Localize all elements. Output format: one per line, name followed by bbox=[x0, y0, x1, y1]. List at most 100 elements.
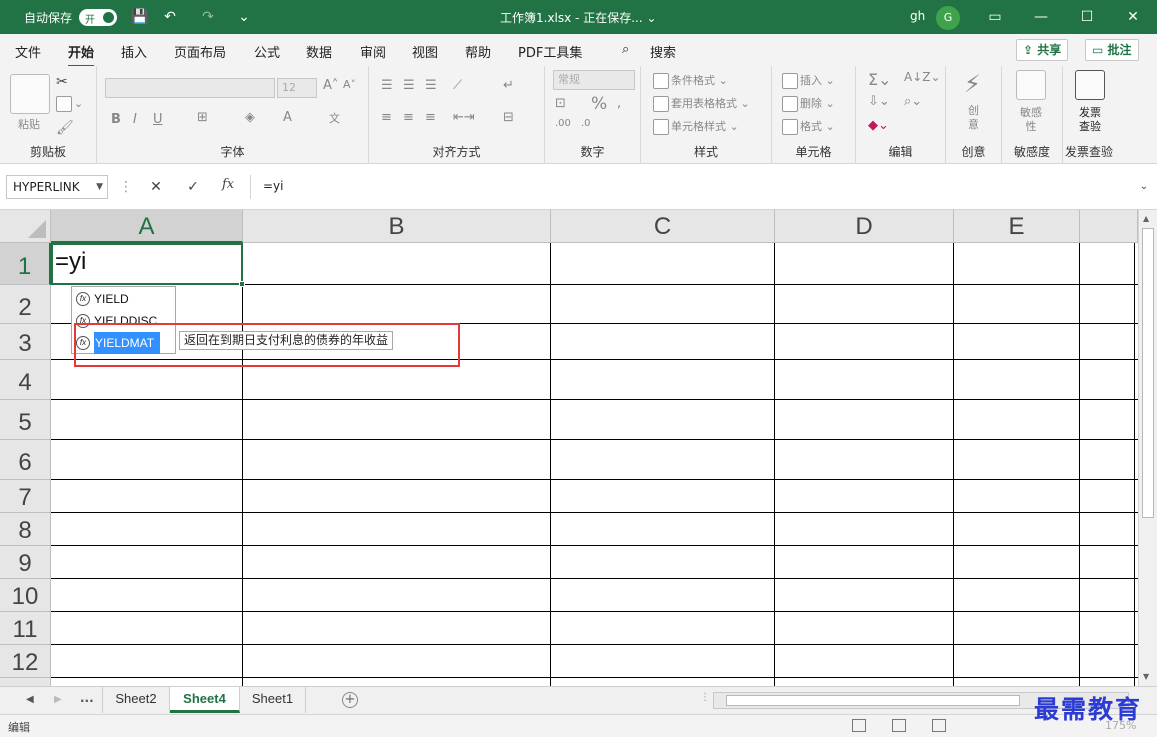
row-header-11[interactable]: 11 bbox=[0, 612, 51, 645]
cancel-button[interactable]: ✕ bbox=[146, 177, 166, 197]
row-header-4[interactable]: 4 bbox=[0, 360, 51, 400]
font-color-icon[interactable]: A bbox=[283, 110, 292, 125]
share-button[interactable]: ⇪ 共享 bbox=[1016, 39, 1069, 61]
enter-button[interactable]: ✓ bbox=[183, 177, 203, 197]
row-header-1[interactable]: 1 bbox=[0, 243, 51, 285]
tab-data[interactable]: 数据 bbox=[306, 42, 332, 61]
expand-formula-icon[interactable]: ⌄ bbox=[1134, 177, 1154, 197]
horizontal-scroll-thumb[interactable] bbox=[726, 695, 1020, 706]
prev-sheet-icon[interactable]: ◀ bbox=[26, 694, 34, 705]
row-header-9[interactable]: 9 bbox=[0, 546, 51, 579]
ribbon-display-icon[interactable]: ▭ bbox=[972, 0, 1018, 34]
font-size-select[interactable]: 12 bbox=[277, 78, 317, 98]
borders-icon[interactable]: ⊞ bbox=[197, 110, 208, 125]
name-box[interactable]: HYPERLINK ▼ bbox=[6, 175, 108, 199]
increase-decimal-icon[interactable]: .00 bbox=[555, 118, 571, 129]
percent-button[interactable]: % bbox=[591, 94, 607, 114]
creativity-button[interactable]: 创意 bbox=[968, 104, 980, 132]
number-format-select[interactable]: 常规 bbox=[553, 70, 635, 90]
autocomplete-item-yield[interactable]: fx YIELD bbox=[72, 288, 175, 310]
sort-filter-icon[interactable]: A↓Z⌄ bbox=[904, 70, 941, 84]
format-painter-icon[interactable]: 🖌 bbox=[56, 120, 74, 136]
cut-icon[interactable]: ✂ bbox=[56, 74, 68, 90]
tab-insert[interactable]: 插入 bbox=[121, 42, 147, 61]
active-cell-a1[interactable]: =yi bbox=[51, 243, 243, 285]
redo-icon[interactable]: ↷ bbox=[198, 7, 218, 27]
grow-font-icon[interactable]: A˄ bbox=[323, 78, 338, 93]
more-sheets-button[interactable]: ... bbox=[80, 691, 94, 705]
next-sheet-icon[interactable]: ▶ bbox=[54, 694, 62, 705]
row-header-8[interactable]: 8 bbox=[0, 513, 51, 546]
formula-input[interactable]: =yi bbox=[250, 175, 1150, 199]
column-header-a[interactable]: A bbox=[51, 210, 243, 243]
sensitivity-icon[interactable] bbox=[1016, 70, 1046, 100]
insert-function-button[interactable]: fx bbox=[222, 177, 234, 192]
autosave-toggle[interactable]: 开 bbox=[79, 9, 117, 26]
tab-pdf-tools[interactable]: PDF工具集 bbox=[518, 42, 582, 61]
align-center-icon[interactable]: ≡ bbox=[403, 110, 414, 125]
tab-review[interactable]: 审阅 bbox=[360, 42, 386, 61]
maximize-icon[interactable]: ☐ bbox=[1064, 0, 1110, 34]
page-break-view-icon[interactable] bbox=[932, 719, 946, 732]
align-left-icon[interactable]: ≡ bbox=[381, 110, 392, 125]
align-right-icon[interactable]: ≡ bbox=[425, 110, 436, 125]
search-label[interactable]: 搜索 bbox=[650, 42, 676, 61]
paste-button[interactable]: 粘贴 bbox=[18, 116, 40, 132]
tab-home[interactable]: 开始 bbox=[68, 42, 95, 68]
row-header-5[interactable]: 5 bbox=[0, 400, 51, 440]
font-name-select[interactable] bbox=[105, 78, 275, 98]
find-select-icon[interactable]: ⌕⌄ bbox=[904, 94, 922, 109]
wrap-text-icon[interactable]: ↵ bbox=[503, 78, 514, 93]
select-all-button[interactable] bbox=[0, 210, 51, 243]
column-header-c[interactable]: C bbox=[551, 210, 775, 243]
scroll-down-icon[interactable]: ▼ bbox=[1143, 672, 1149, 681]
conditional-formatting-button[interactable]: 条件格式 ⌄ bbox=[653, 72, 728, 89]
search-icon[interactable]: ⌕ bbox=[622, 42, 629, 57]
decrease-decimal-icon[interactable]: .0 bbox=[581, 118, 591, 129]
align-bottom-icon[interactable]: ☰ bbox=[425, 78, 437, 93]
fill-icon[interactable]: ⇩⌄ bbox=[868, 94, 890, 109]
lightning-icon[interactable]: ⚡ bbox=[964, 70, 981, 98]
tab-page-layout[interactable]: 页面布局 bbox=[174, 42, 226, 61]
invoice-check-button[interactable]: 发票查验 bbox=[1075, 106, 1105, 134]
row-header-3[interactable]: 3 bbox=[0, 324, 51, 360]
minimize-icon[interactable]: — bbox=[1018, 0, 1064, 34]
vertical-scroll-thumb[interactable] bbox=[1142, 228, 1154, 518]
vertical-scrollbar[interactable]: ▲ ▼ bbox=[1138, 210, 1157, 686]
phonetic-icon[interactable]: 文 bbox=[329, 110, 340, 126]
shrink-font-icon[interactable]: A˅ bbox=[343, 78, 356, 91]
copy-icon[interactable]: ⌄ bbox=[56, 96, 83, 112]
worksheet-grid[interactable]: A B C D E 1 2 3 4 5 6 7 8 9 10 11 12 =yi… bbox=[0, 210, 1138, 686]
avatar[interactable]: G bbox=[936, 6, 960, 30]
close-icon[interactable]: ✕ bbox=[1110, 0, 1156, 34]
row-header-7[interactable]: 7 bbox=[0, 480, 51, 513]
merge-center-icon[interactable]: ⊟ bbox=[503, 110, 514, 125]
underline-button[interactable]: U bbox=[153, 112, 163, 127]
tab-formulas[interactable]: 公式 bbox=[254, 42, 280, 61]
comma-style-icon[interactable]: , bbox=[617, 96, 621, 111]
page-layout-view-icon[interactable] bbox=[892, 719, 906, 732]
orientation-icon[interactable]: ⟋ bbox=[453, 78, 462, 93]
insert-cells-button[interactable]: 插入 ⌄ bbox=[782, 72, 835, 89]
row-header-6[interactable]: 6 bbox=[0, 440, 51, 480]
comments-button[interactable]: ▭ 批注 bbox=[1085, 39, 1139, 61]
format-as-table-button[interactable]: 套用表格格式 ⌄ bbox=[653, 95, 750, 112]
sheet-tab-sheet1[interactable]: Sheet1 bbox=[240, 687, 306, 713]
row-header-13[interactable] bbox=[0, 678, 51, 686]
tab-view[interactable]: 视图 bbox=[412, 42, 438, 61]
sheet-tab-sheet2[interactable]: Sheet2 bbox=[102, 687, 170, 713]
align-middle-icon[interactable]: ☰ bbox=[403, 78, 415, 93]
invoice-check-icon[interactable] bbox=[1075, 70, 1105, 100]
format-cells-button[interactable]: 格式 ⌄ bbox=[782, 118, 835, 135]
column-header-f[interactable] bbox=[1080, 210, 1138, 243]
clear-icon[interactable]: ◆⌄ bbox=[868, 118, 889, 133]
tab-file[interactable]: 文件 bbox=[15, 42, 41, 61]
row-header-12[interactable]: 12 bbox=[0, 645, 51, 678]
sheet-tab-sheet4[interactable]: Sheet4 bbox=[170, 687, 240, 713]
fill-color-icon[interactable]: ◈ bbox=[245, 110, 255, 125]
column-header-e[interactable]: E bbox=[954, 210, 1080, 243]
currency-icon[interactable]: ⊡ bbox=[555, 96, 566, 111]
paste-icon[interactable] bbox=[10, 74, 50, 114]
fill-handle[interactable] bbox=[239, 281, 245, 287]
chevron-down-icon[interactable]: ▼ bbox=[96, 176, 103, 198]
